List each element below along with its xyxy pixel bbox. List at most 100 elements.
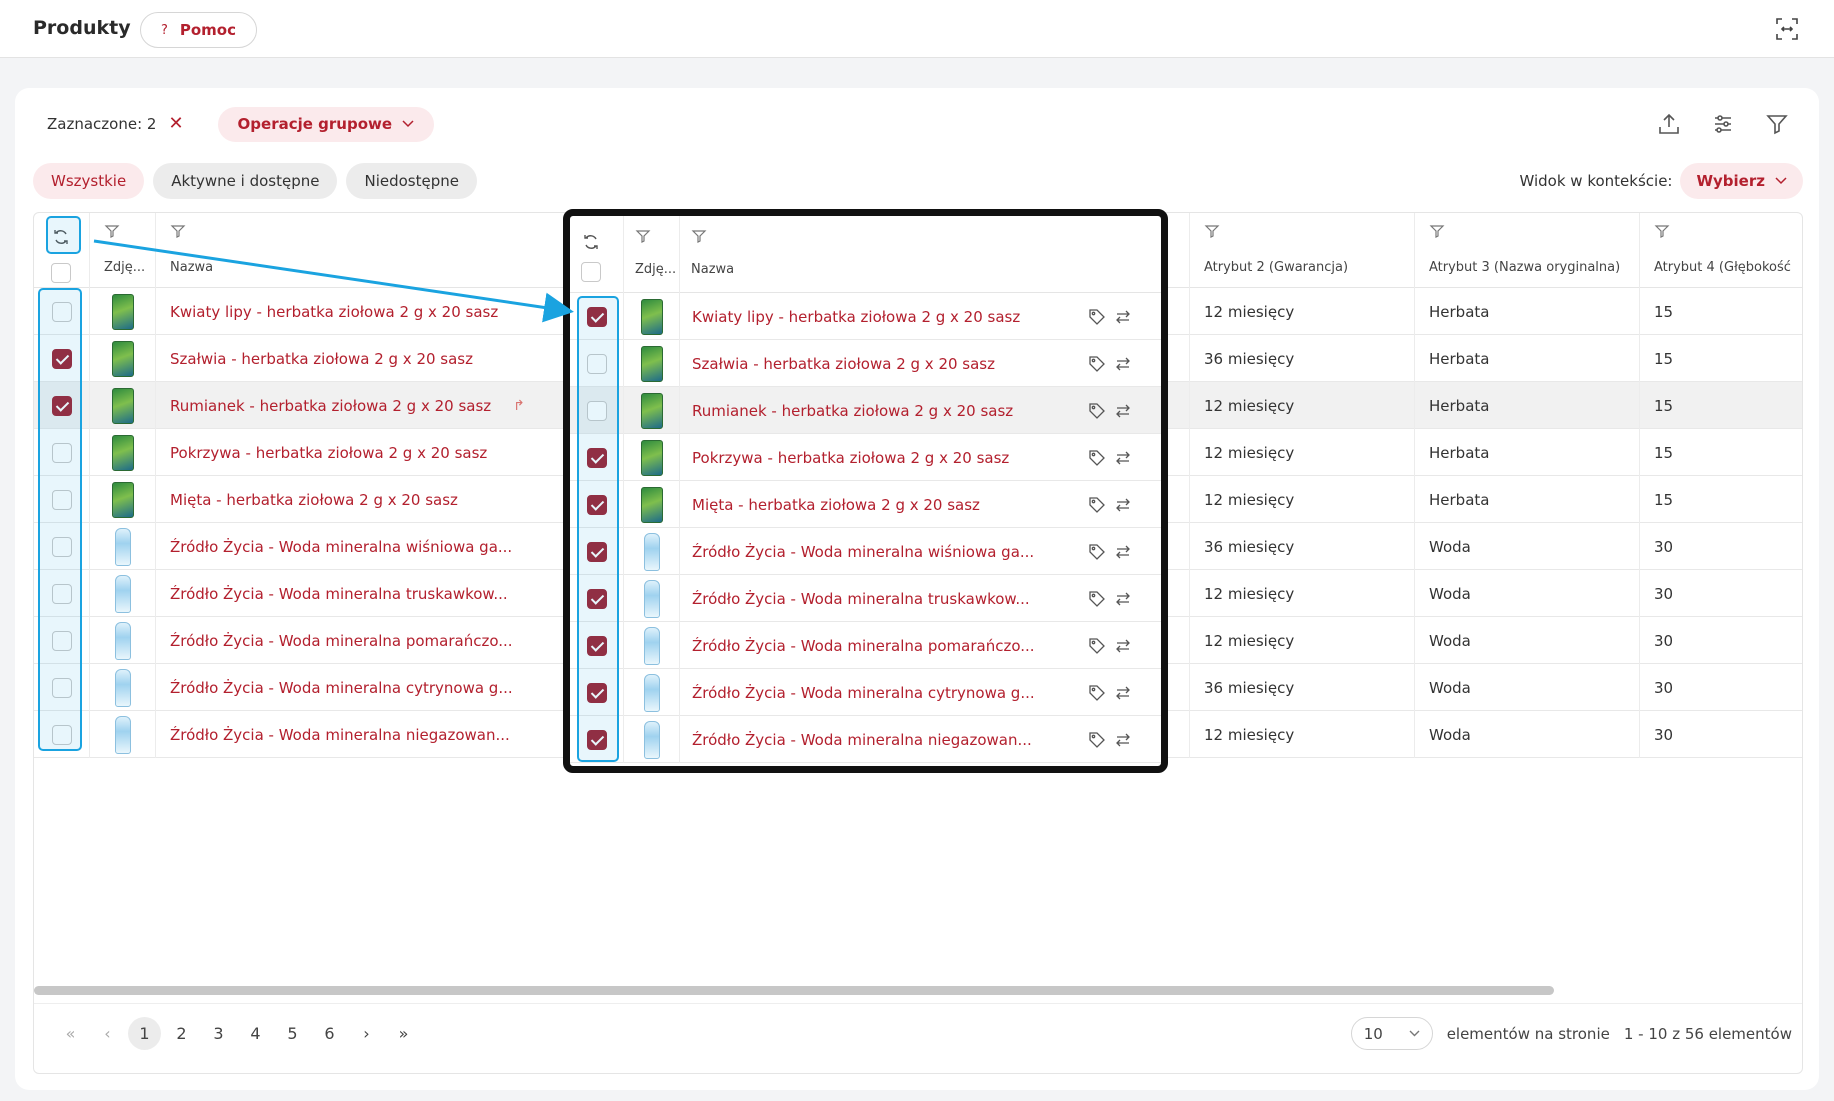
product-name-link[interactable]: Rumianek - herbatka ziołowa 2 g x 20 sas…: [170, 397, 491, 415]
swap-icon[interactable]: [1114, 355, 1132, 373]
filter-icon[interactable]: [1429, 223, 1445, 239]
filter-icon[interactable]: [635, 228, 651, 244]
filter-icon[interactable]: [691, 228, 707, 244]
zoom-select-all-checkbox[interactable]: [581, 262, 601, 282]
swap-icon[interactable]: [1114, 308, 1132, 326]
product-name-link[interactable]: Źródło Życia - Woda mineralna wiśniowa g…: [170, 538, 512, 556]
zoom-table-row[interactable]: Źródło Życia - Woda mineralna wiśniowa g…: [570, 528, 1161, 575]
tag-icon[interactable]: [1088, 402, 1106, 420]
zoom-table-row[interactable]: Źródło Życia - Woda mineralna pomarańczo…: [570, 622, 1161, 669]
filter-icon[interactable]: [1204, 223, 1220, 239]
page-5[interactable]: 5: [276, 1017, 309, 1050]
filter-icon[interactable]: [104, 223, 120, 239]
product-name-link[interactable]: Źródło Życia - Woda mineralna wiśniowa g…: [692, 543, 1042, 561]
chevron-down-icon: [1775, 177, 1787, 185]
product-name-link[interactable]: Pokrzywa - herbatka ziołowa 2 g x 20 sas…: [170, 444, 487, 462]
horizontal-scrollbar[interactable]: [34, 986, 1554, 995]
clear-selection-icon[interactable]: ✕: [168, 115, 183, 133]
page-3[interactable]: 3: [202, 1017, 235, 1050]
zoom-name-column-header: Nazwa: [680, 216, 1161, 293]
attr2-cell: 12 miesięcy: [1190, 288, 1415, 335]
filter-icon[interactable]: [1765, 112, 1789, 136]
product-name-link[interactable]: Źródło Życia - Woda mineralna niegazowan…: [692, 731, 1042, 749]
tag-icon[interactable]: [1088, 637, 1106, 655]
product-name-link[interactable]: Źródło Życia - Woda mineralna pomarańczo…: [170, 632, 513, 650]
swap-icon[interactable]: [1114, 402, 1132, 420]
page-size-label: elementów na stronie: [1446, 1024, 1610, 1043]
page-1[interactable]: 1: [128, 1017, 161, 1050]
swap-icon[interactable]: [1114, 637, 1132, 655]
refresh-icon[interactable]: [581, 232, 601, 252]
first-page-icon[interactable]: «: [54, 1017, 87, 1050]
product-name-link[interactable]: Pokrzywa - herbatka ziołowa 2 g x 20 sas…: [692, 449, 1042, 467]
product-name-link[interactable]: Szałwia - herbatka ziołowa 2 g x 20 sasz: [692, 355, 1042, 373]
zoom-table-row[interactable]: Szałwia - herbatka ziołowa 2 g x 20 sasz: [570, 340, 1161, 387]
last-page-icon[interactable]: »: [387, 1017, 420, 1050]
filter-chip-unavailable[interactable]: Niedostępne: [346, 163, 477, 199]
tag-icon[interactable]: [1088, 684, 1106, 702]
product-name-link[interactable]: Źródło Życia - Woda mineralna niegazowan…: [170, 726, 510, 744]
swap-icon[interactable]: [1114, 731, 1132, 749]
filter-chip-all[interactable]: Wszystkie: [33, 163, 145, 199]
tag-icon[interactable]: [1088, 355, 1106, 373]
zoom-product-name-cell: Źródło Życia - Woda mineralna truskawkow…: [680, 575, 1161, 622]
zoom-table-row[interactable]: Mięta - herbatka ziołowa 2 g x 20 sasz: [570, 481, 1161, 528]
page-6[interactable]: 6: [313, 1017, 346, 1050]
page-4[interactable]: 4: [239, 1017, 272, 1050]
context-view-select[interactable]: Wybierz: [1680, 163, 1803, 199]
product-name-link[interactable]: Mięta - herbatka ziołowa 2 g x 20 sasz: [170, 491, 458, 509]
swap-icon[interactable]: [1114, 449, 1132, 467]
swap-icon[interactable]: [1114, 684, 1132, 702]
product-name-link[interactable]: Szałwia - herbatka ziołowa 2 g x 20 sasz: [170, 350, 473, 368]
photo-cell: [90, 570, 156, 617]
zoom-table-row[interactable]: Źródło Życia - Woda mineralna niegazowan…: [570, 716, 1161, 763]
tag-icon[interactable]: [1088, 449, 1106, 467]
tag-icon[interactable]: [1088, 731, 1106, 749]
product-name-link[interactable]: Kwiaty lipy - herbatka ziołowa 2 g x 20 …: [170, 303, 498, 321]
product-thumbnail: [640, 439, 663, 476]
zoom-table-row[interactable]: Źródło Życia - Woda mineralna truskawkow…: [570, 575, 1161, 622]
product-name-link[interactable]: Źródło Życia - Woda mineralna pomarańczo…: [692, 637, 1042, 655]
tag-icon[interactable]: [1088, 590, 1106, 608]
settings-sliders-icon[interactable]: [1711, 112, 1735, 136]
product-name-link[interactable]: Źródło Życia - Woda mineralna cytrynowa …: [170, 679, 513, 697]
tag-icon[interactable]: [1088, 543, 1106, 561]
attr3-cell: Woda: [1415, 523, 1640, 570]
open-link-icon[interactable]: ↱: [513, 398, 525, 414]
export-icon[interactable]: [1657, 112, 1681, 136]
zoom-table-row[interactable]: Kwiaty lipy - herbatka ziołowa 2 g x 20 …: [570, 293, 1161, 340]
filter-icon[interactable]: [1654, 223, 1670, 239]
group-operations-button[interactable]: Operacje grupowe: [217, 106, 435, 142]
product-name-link[interactable]: Źródło Życia - Woda mineralna cytrynowa …: [692, 684, 1042, 702]
product-name-link[interactable]: Kwiaty lipy - herbatka ziołowa 2 g x 20 …: [692, 308, 1042, 326]
fullscreen-icon[interactable]: [1776, 18, 1798, 40]
zoom-table-row[interactable]: Pokrzywa - herbatka ziołowa 2 g x 20 sas…: [570, 434, 1161, 481]
swap-icon[interactable]: [1114, 496, 1132, 514]
page-size-value: 10: [1363, 1024, 1383, 1043]
product-thumbnail: [114, 668, 131, 707]
product-name-link[interactable]: Mięta - herbatka ziołowa 2 g x 20 sasz: [692, 496, 1042, 514]
swap-icon[interactable]: [1114, 543, 1132, 561]
tag-icon[interactable]: [1088, 496, 1106, 514]
product-name-link[interactable]: Źródło Życia - Woda mineralna truskawkow…: [170, 585, 508, 603]
zoom-name-label: Nazwa: [691, 262, 735, 277]
tag-icon[interactable]: [1088, 308, 1106, 326]
help-button[interactable]: ? Pomoc: [140, 12, 257, 48]
zoom-table-row[interactable]: Źródło Życia - Woda mineralna cytrynowa …: [570, 669, 1161, 716]
prev-page-icon[interactable]: ‹: [91, 1017, 124, 1050]
product-name-link[interactable]: Rumianek - herbatka ziołowa 2 g x 20 sas…: [692, 402, 1042, 420]
page-size-select[interactable]: 10: [1350, 1017, 1433, 1050]
filter-icon[interactable]: [170, 223, 186, 239]
zoom-product-name-cell: Źródło Życia - Woda mineralna cytrynowa …: [680, 669, 1161, 716]
range-label: 1 - 10 z 56 elementów: [1623, 1024, 1792, 1043]
zoom-photo-cell: [624, 575, 680, 622]
swap-icon[interactable]: [1114, 590, 1132, 608]
select-all-checkbox[interactable]: [51, 263, 71, 283]
attr3-cell: Herbata: [1415, 288, 1640, 335]
next-page-icon[interactable]: ›: [350, 1017, 383, 1050]
product-name-link[interactable]: Źródło Życia - Woda mineralna truskawkow…: [692, 590, 1042, 608]
filter-chip-active[interactable]: Aktywne i dostępne: [153, 163, 338, 199]
product-thumbnail: [111, 481, 134, 518]
zoom-table-row[interactable]: Rumianek - herbatka ziołowa 2 g x 20 sas…: [570, 387, 1161, 434]
page-2[interactable]: 2: [165, 1017, 198, 1050]
